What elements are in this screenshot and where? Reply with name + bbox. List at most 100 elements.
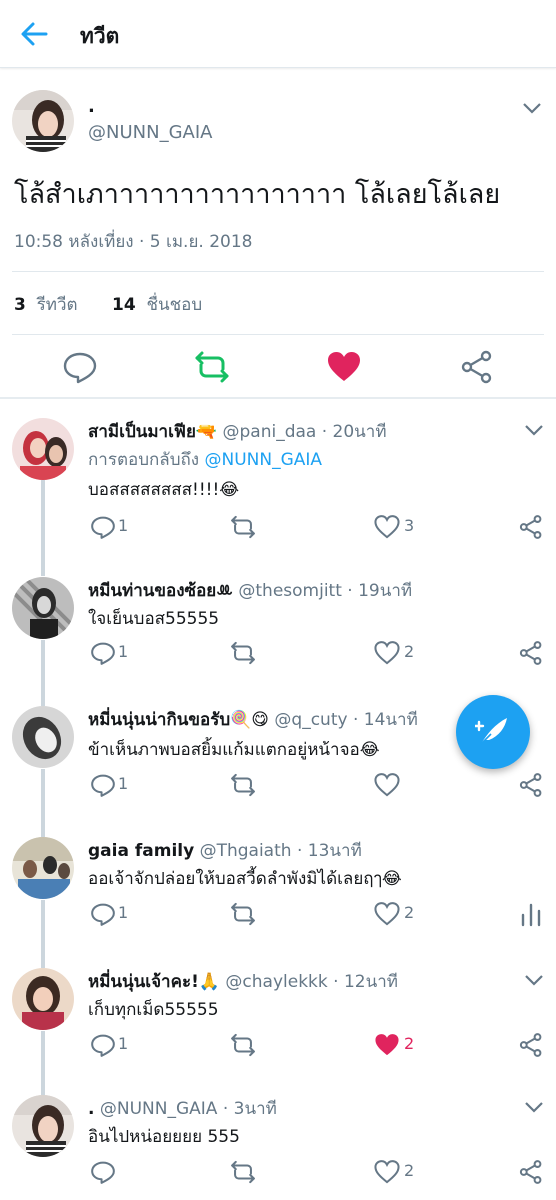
share-icon[interactable] bbox=[518, 772, 544, 798]
reply-tweet[interactable]: สามีเป็นมาเฟีย🔫 @pani_daa · 20นาที การตอ… bbox=[0, 418, 556, 548]
share-icon[interactable] bbox=[518, 1159, 544, 1185]
share-icon[interactable] bbox=[518, 514, 544, 540]
reply-time: 3นาที bbox=[233, 1099, 277, 1119]
avatar[interactable] bbox=[12, 968, 74, 1030]
reply-tweet[interactable]: หมี่นนุ่นเจ้าคะ!🙏 @chaylekkk · 12นาที เก… bbox=[0, 968, 556, 1078]
reply-time: 20นาที bbox=[332, 422, 387, 442]
avatar[interactable] bbox=[12, 837, 74, 899]
reply-text: อินไปหน่อยยยย 555 bbox=[88, 1127, 240, 1147]
reply-icon[interactable] bbox=[90, 640, 116, 666]
reply-author-name[interactable]: หมี่นนุ่นน่ากินขอรับ🍭😋 bbox=[88, 710, 269, 730]
retweet-icon[interactable] bbox=[230, 901, 256, 927]
like-count: 2 bbox=[404, 1034, 415, 1053]
reply-tweet[interactable]: . @NUNN_GAIA · 3นาที อินไปหน่อยยยย 555 2 bbox=[0, 1095, 556, 1200]
reply-time: 12นาที bbox=[343, 972, 398, 992]
avatar[interactable] bbox=[12, 577, 74, 639]
heart-icon[interactable] bbox=[326, 349, 362, 385]
retweet-icon[interactable] bbox=[230, 772, 256, 798]
like-count: 3 bbox=[404, 516, 415, 535]
retweet-label: รีทวีต bbox=[36, 295, 78, 315]
share-icon[interactable] bbox=[518, 1032, 544, 1058]
reply-tweet[interactable]: หมีนท่านของซ้อยꔛ @thesomjitt · 19นาที ใจ… bbox=[0, 577, 556, 687]
reply-text: ข้าเห็นภาพบอสยิ้มแก้มแตกอยู่หน้าจอ😂 bbox=[88, 740, 380, 760]
avatar[interactable] bbox=[12, 706, 74, 768]
reply-count: 1 bbox=[118, 516, 129, 535]
page-title: ทวีต bbox=[80, 24, 120, 48]
reply-author-handle[interactable]: @pani_daa bbox=[222, 422, 316, 442]
retweet-icon[interactable] bbox=[194, 349, 230, 385]
heart-icon[interactable] bbox=[374, 772, 400, 798]
heart-icon[interactable] bbox=[374, 901, 400, 927]
section-divider bbox=[0, 397, 556, 399]
divider bbox=[12, 334, 544, 335]
avatar[interactable] bbox=[12, 90, 74, 152]
avatar[interactable] bbox=[12, 1095, 74, 1157]
reply-author-name[interactable]: หมีนท่านของซ้อยꔛ bbox=[88, 581, 233, 601]
reply-to-label: การตอบกลับถึง bbox=[88, 450, 200, 470]
reply-icon[interactable] bbox=[90, 772, 116, 798]
reply-author-name[interactable]: . bbox=[88, 1099, 94, 1119]
reply-header: . @NUNN_GAIA · 3นาที bbox=[88, 1099, 277, 1119]
reply-to-line: การตอบกลับถึง @NUNN_GAIA bbox=[88, 446, 322, 473]
compose-button[interactable] bbox=[456, 695, 530, 769]
retweet-icon[interactable] bbox=[230, 640, 256, 666]
reply-header: สามีเป็นมาเฟีย🔫 @pani_daa · 20นาที bbox=[88, 422, 387, 442]
retweet-icon[interactable] bbox=[230, 514, 256, 540]
reply-text: เก็บทุกเม็ด55555 bbox=[88, 1000, 219, 1020]
tweet-timestamp: 10:58 หลังเที่ยง · 5 เม.ย. 2018 bbox=[14, 232, 253, 252]
app-bar: ทวีต bbox=[0, 0, 556, 68]
avatar[interactable] bbox=[12, 418, 74, 480]
like-count: 14 bbox=[112, 295, 136, 315]
like-stat[interactable]: 14 ชื่นชอบ bbox=[112, 291, 202, 318]
chevron-down-icon[interactable] bbox=[522, 418, 546, 442]
chevron-down-icon[interactable] bbox=[522, 1095, 546, 1119]
reply-author-name[interactable]: gaia family bbox=[88, 841, 194, 861]
author-handle[interactable]: @NUNN_GAIA bbox=[88, 122, 212, 143]
retweet-icon[interactable] bbox=[230, 1159, 256, 1185]
reply-header: หมี่นนุ่นเจ้าคะ!🙏 @chaylekkk · 12นาที bbox=[88, 972, 398, 992]
reply-author-name[interactable]: สามีเป็นมาเฟีย🔫 bbox=[88, 422, 217, 442]
reply-header: gaia family @Thgaiath · 13นาที bbox=[88, 841, 362, 861]
reply-count: 1 bbox=[118, 642, 129, 661]
reply-icon[interactable] bbox=[90, 514, 116, 540]
reply-author-handle[interactable]: @thesomjitt bbox=[238, 581, 342, 601]
chevron-down-icon[interactable] bbox=[520, 96, 544, 120]
chevron-down-icon[interactable] bbox=[522, 968, 546, 992]
reply-author-handle[interactable]: @Thgaiath bbox=[200, 841, 292, 861]
retweet-count: 3 bbox=[14, 295, 26, 315]
reply-time: 13นาที bbox=[307, 841, 362, 861]
heart-icon[interactable] bbox=[374, 514, 400, 540]
like-count: 2 bbox=[404, 903, 415, 922]
divider bbox=[12, 271, 544, 272]
reply-tweet[interactable]: gaia family @Thgaiath · 13นาที ออเจ้าจัก… bbox=[0, 837, 556, 947]
like-count: 2 bbox=[404, 1161, 415, 1180]
reply-count: 1 bbox=[118, 1034, 129, 1053]
share-icon[interactable] bbox=[518, 640, 544, 666]
reply-icon[interactable] bbox=[90, 901, 116, 927]
author-name[interactable]: . bbox=[88, 96, 95, 117]
share-icon[interactable] bbox=[459, 349, 495, 385]
reply-count: 1 bbox=[118, 903, 129, 922]
reply-author-handle[interactable]: @q_cuty bbox=[274, 710, 347, 730]
like-count: 2 bbox=[404, 642, 415, 661]
reply-time: 19นาที bbox=[358, 581, 413, 601]
main-tweet: . @NUNN_GAIA โล้สำเภาาาาาาาาาาาาาาาา โล้… bbox=[0, 68, 556, 398]
reply-author-name[interactable]: หมี่นนุ่นเจ้าคะ!🙏 bbox=[88, 972, 220, 992]
reply-icon[interactable] bbox=[90, 1159, 116, 1185]
reply-icon[interactable] bbox=[90, 1032, 116, 1058]
analytics-icon[interactable] bbox=[518, 901, 544, 927]
reply-to-mention[interactable]: @NUNN_GAIA bbox=[205, 450, 323, 470]
heart-icon[interactable] bbox=[374, 640, 400, 666]
reply-author-handle[interactable]: @NUNN_GAIA bbox=[100, 1099, 218, 1119]
heart-icon[interactable] bbox=[374, 1159, 400, 1185]
reply-time: 14นาที bbox=[363, 710, 418, 730]
reply-icon[interactable] bbox=[62, 349, 98, 385]
reply-text: ใจเย็นบอส55555 bbox=[88, 609, 220, 629]
heart-icon[interactable] bbox=[374, 1032, 400, 1058]
retweet-stat[interactable]: 3 รีทวีต bbox=[14, 291, 78, 318]
reply-author-handle[interactable]: @chaylekkk bbox=[225, 972, 327, 992]
reply-text: ออเจ้าจักปล่อยให้บอสวี้ดลำพังมิได้เลยฤๅ😂 bbox=[88, 869, 402, 889]
compose-feather-icon bbox=[475, 718, 507, 745]
retweet-icon[interactable] bbox=[230, 1032, 256, 1058]
back-arrow-icon[interactable] bbox=[16, 18, 52, 50]
